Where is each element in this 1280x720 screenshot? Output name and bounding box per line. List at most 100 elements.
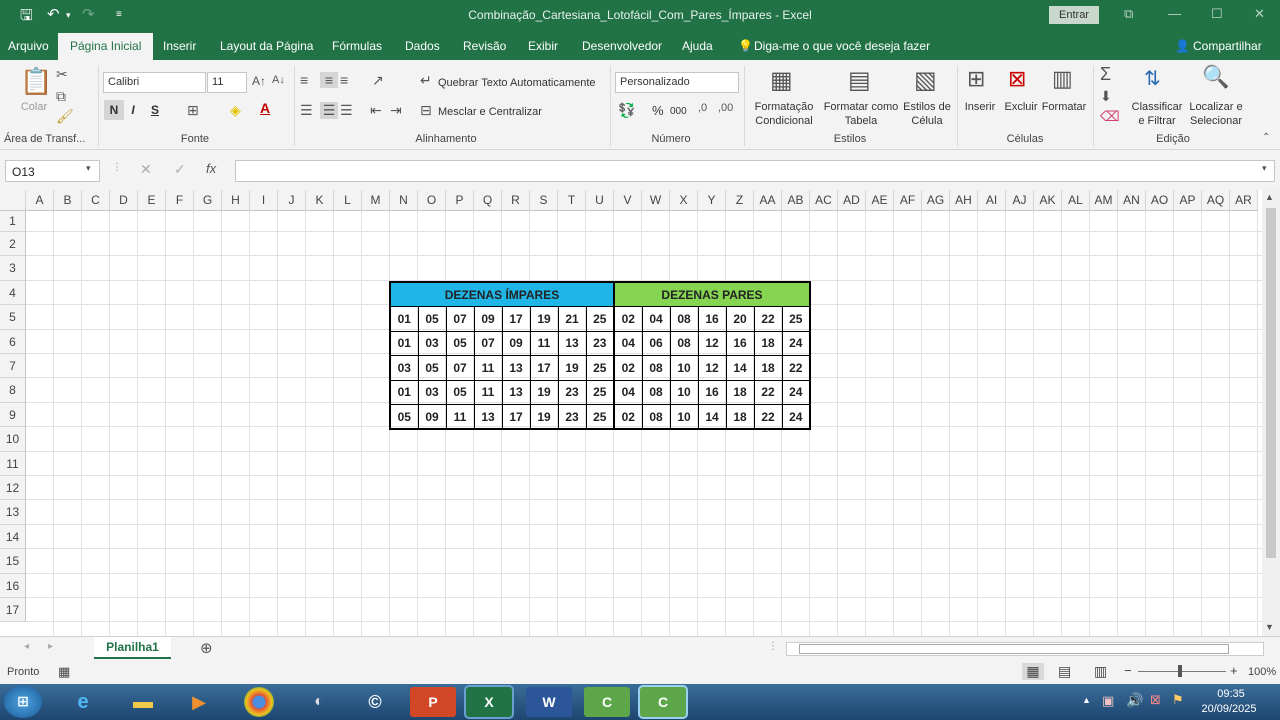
column-header[interactable]: AR <box>1230 190 1258 211</box>
align-center-icon[interactable]: ☰ <box>320 102 338 119</box>
odd-number-cell[interactable]: 25 <box>585 404 615 430</box>
name-box-dropdown-icon[interactable]: ▾ <box>86 163 91 174</box>
column-header[interactable]: M <box>362 190 390 211</box>
maximize-icon[interactable]: ☐ <box>1211 6 1223 22</box>
sheet-tab-planilha1[interactable]: Planilha1 <box>94 637 171 659</box>
macro-record-icon[interactable]: ▦ <box>58 664 70 680</box>
column-header[interactable]: B <box>54 190 82 211</box>
odd-number-cell[interactable]: 11 <box>473 379 503 405</box>
column-header[interactable]: H <box>222 190 250 211</box>
odd-number-cell[interactable]: 17 <box>501 404 531 430</box>
odd-number-cell[interactable]: 17 <box>501 306 531 332</box>
format-as-table-button[interactable]: Formatar como Tabela <box>820 100 902 128</box>
tab-split-icon[interactable]: ⋮ <box>768 641 778 652</box>
wrap-text-button[interactable]: Quebrar Texto Automaticamente <box>438 76 596 90</box>
even-number-cell[interactable]: 12 <box>697 330 727 356</box>
close-icon[interactable]: ✕ <box>1254 6 1265 22</box>
row-header[interactable]: 5 <box>0 305 26 330</box>
row-header[interactable]: 13 <box>0 500 26 525</box>
even-number-cell[interactable]: 18 <box>725 404 755 430</box>
app-icon[interactable]: ◐ <box>296 687 342 717</box>
vertical-scroll-thumb[interactable] <box>1266 208 1276 558</box>
align-left-icon[interactable]: ☰ <box>300 102 313 119</box>
vertical-scrollbar[interactable]: ▲ ▼ <box>1262 190 1280 636</box>
odd-number-cell[interactable]: 23 <box>585 330 615 356</box>
even-number-cell[interactable]: 20 <box>725 306 755 332</box>
merge-center-button[interactable]: Mesclar e Centralizar <box>438 105 542 119</box>
number-format-select[interactable]: Personalizado <box>615 72 739 93</box>
merge-center-icon[interactable]: ⊟ <box>420 102 432 119</box>
odd-number-cell[interactable]: 05 <box>417 306 447 332</box>
share-button[interactable]: Compartilhar <box>1193 39 1262 53</box>
even-number-cell[interactable]: 04 <box>613 330 643 356</box>
sort-filter-button[interactable]: Classificar e Filtrar <box>1128 100 1186 128</box>
odd-number-cell[interactable]: 19 <box>557 355 587 381</box>
column-header[interactable]: R <box>502 190 530 211</box>
column-header[interactable]: V <box>614 190 642 211</box>
clear-icon[interactable]: ⌫ <box>1100 108 1120 125</box>
conditional-formatting-button[interactable]: Formatação Condicional <box>747 100 821 128</box>
align-right-icon[interactable]: ☰ <box>340 102 353 119</box>
increase-decimal-icon[interactable]: ,0 <box>698 102 707 114</box>
even-numbers-header[interactable]: DEZENAS PARES <box>613 281 811 307</box>
align-bottom-icon[interactable]: ≡ <box>340 72 348 88</box>
thousands-button[interactable]: 000 <box>670 105 687 119</box>
column-header[interactable]: T <box>558 190 586 211</box>
odd-number-cell[interactable]: 25 <box>585 355 615 381</box>
column-header[interactable]: D <box>110 190 138 211</box>
normal-view-icon[interactable]: ▦ <box>1022 663 1044 680</box>
find-select-button[interactable]: Localizar e Selecionar <box>1184 100 1248 128</box>
row-header[interactable]: 3 <box>0 256 26 281</box>
tab-arquivo[interactable]: Arquivo <box>8 39 49 53</box>
insert-cells-button[interactable]: Inserir <box>960 100 1000 114</box>
odd-number-cell[interactable]: 03 <box>417 330 447 356</box>
scroll-down-icon[interactable]: ▼ <box>1265 622 1274 632</box>
align-top-icon[interactable]: ≡ <box>300 72 308 88</box>
network-icon[interactable]: ⊠ <box>1150 692 1161 708</box>
column-header[interactable]: W <box>642 190 670 211</box>
row-header[interactable]: 11 <box>0 451 26 476</box>
odd-numbers-header[interactable]: DEZENAS ÍMPARES <box>389 281 615 307</box>
confirm-formula-icon[interactable]: ✓ <box>174 161 186 178</box>
odd-number-cell[interactable]: 13 <box>501 355 531 381</box>
column-header[interactable]: X <box>670 190 698 211</box>
bold-button[interactable]: N <box>104 100 124 120</box>
odd-number-cell[interactable]: 13 <box>473 404 503 430</box>
column-header[interactable]: AL <box>1062 190 1090 211</box>
horizontal-scroll-thumb[interactable] <box>799 644 1229 654</box>
even-number-cell[interactable]: 04 <box>641 306 671 332</box>
tell-me-search[interactable]: Diga-me o que você deseja fazer <box>754 39 930 53</box>
odd-number-cell[interactable]: 05 <box>445 379 475 405</box>
odd-number-cell[interactable]: 05 <box>417 355 447 381</box>
page-layout-view-icon[interactable]: ▤ <box>1058 663 1071 680</box>
row-header[interactable]: 17 <box>0 598 26 623</box>
even-number-cell[interactable]: 08 <box>641 404 671 430</box>
column-header[interactable]: U <box>586 190 614 211</box>
currency-icon[interactable]: 💱 <box>618 102 635 119</box>
column-header[interactable]: AA <box>754 190 782 211</box>
font-size-select[interactable]: 11 <box>207 72 247 93</box>
internet-explorer-icon[interactable]: e <box>60 687 106 717</box>
column-header[interactable]: AC <box>810 190 838 211</box>
odd-number-cell[interactable]: 13 <box>501 379 531 405</box>
odd-number-cell[interactable]: 19 <box>529 404 559 430</box>
column-header[interactable]: K <box>306 190 334 211</box>
column-header[interactable]: AJ <box>1006 190 1034 211</box>
tab-exibir[interactable]: Exibir <box>528 39 558 53</box>
format-as-table-icon[interactable]: ▤ <box>848 66 871 95</box>
column-header[interactable]: A <box>26 190 54 211</box>
row-header[interactable]: 1 <box>0 211 26 232</box>
even-number-cell[interactable]: 10 <box>669 355 699 381</box>
row-header[interactable]: 7 <box>0 354 26 379</box>
italic-button[interactable]: I <box>127 103 139 117</box>
worksheet-grid[interactable]: A B C D E F G H I J K L M N O P Q R S T U V W X Y Z AA AB AC AD AE AF AG… <box>0 190 1262 636</box>
paste-button[interactable]: Colar <box>14 100 54 114</box>
tab-pagina-inicial[interactable]: Página Inicial <box>58 33 154 60</box>
insert-cells-icon[interactable]: ⊞ <box>967 66 985 92</box>
prev-sheet-icon[interactable]: ◂ <box>24 641 29 652</box>
increase-indent-icon[interactable]: ⇥ <box>390 102 402 119</box>
camtasia-recorder-icon[interactable]: © <box>352 687 398 717</box>
odd-number-cell[interactable]: 03 <box>417 379 447 405</box>
excel-icon[interactable]: X <box>466 687 512 717</box>
decrease-decimal-icon[interactable]: ,00 <box>718 102 733 114</box>
